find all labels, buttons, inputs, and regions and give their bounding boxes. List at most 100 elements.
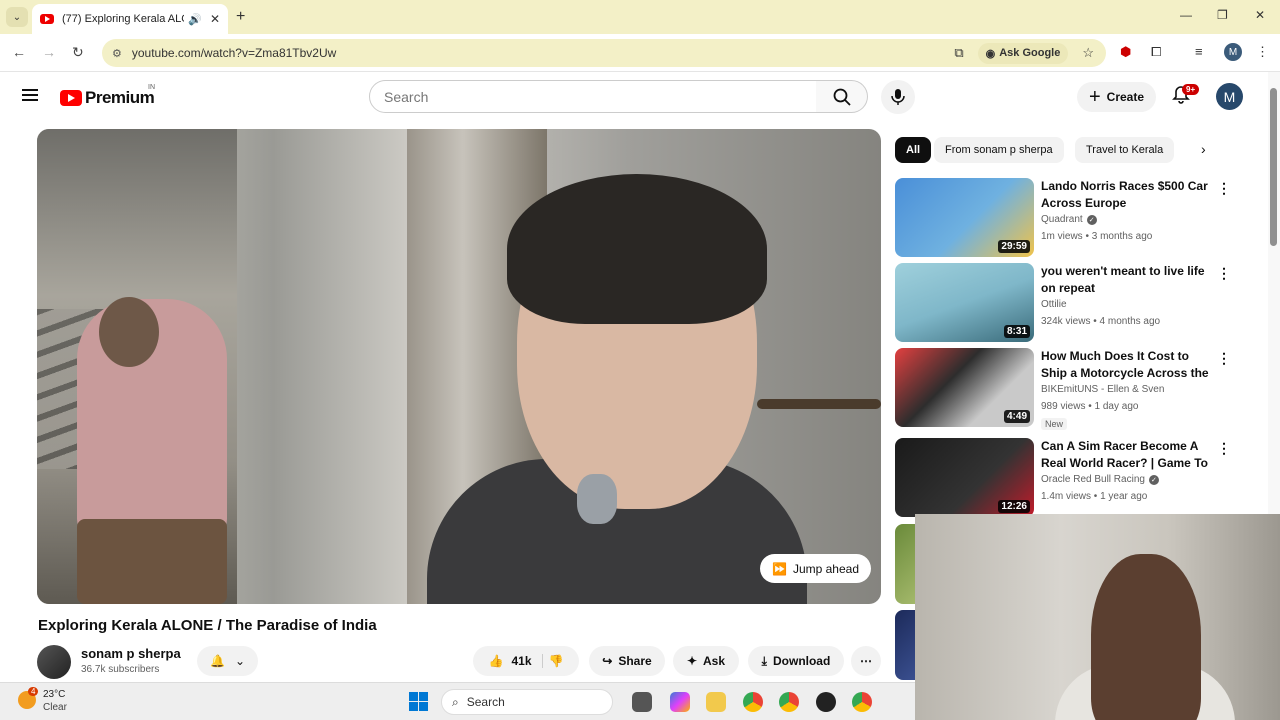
chip-travel-to-kerala[interactable]: Travel to Kerala bbox=[1075, 137, 1175, 163]
tab-search-chevron-icon[interactable]: ⌄ bbox=[6, 7, 28, 27]
video-thumbnail[interactable] bbox=[895, 610, 915, 680]
ask-google-button[interactable]: ◉ Ask Google bbox=[977, 42, 1069, 64]
bookmark-star-icon[interactable]: ☆ bbox=[1082, 45, 1094, 61]
search-icon: ⌕ bbox=[452, 694, 459, 709]
recommended-channel[interactable]: BIKEmitUNS - Ellen & Sven bbox=[1041, 384, 1164, 395]
recommended-video[interactable]: 12:26 Can A Sim Racer Become A Real Worl… bbox=[895, 438, 1235, 518]
channel-name-text: Oracle Red Bull Racing bbox=[1041, 474, 1145, 485]
weather-temperature[interactable]: 23°C bbox=[43, 689, 65, 700]
duration-badge: 12:26 bbox=[998, 500, 1030, 513]
app-icon[interactable] bbox=[816, 692, 836, 712]
like-dislike-group: 👍 41k 👎 bbox=[473, 646, 579, 676]
minimize-icon[interactable]: — bbox=[1180, 8, 1192, 22]
lens-icon: ◉ bbox=[985, 47, 996, 60]
recommended-title[interactable]: Can A Sim Racer Become A Real World Race… bbox=[1041, 438, 1213, 472]
jump-ahead-label: Jump ahead bbox=[792, 561, 859, 576]
channel-avatar[interactable] bbox=[37, 645, 71, 679]
chip-all[interactable]: All bbox=[895, 137, 932, 163]
chrome-alt-profile-icon[interactable] bbox=[852, 692, 872, 712]
voice-search-button[interactable] bbox=[881, 80, 915, 114]
tab-audio-icon[interactable]: 🔊 bbox=[188, 13, 202, 26]
more-vertical-icon[interactable]: ⋮ bbox=[1217, 180, 1231, 197]
channel-name[interactable]: sonam p sherpa bbox=[81, 646, 181, 661]
file-explorer-icon[interactable] bbox=[706, 692, 726, 712]
copilot-icon[interactable] bbox=[670, 692, 690, 712]
share-icon: ↪ bbox=[602, 654, 613, 668]
scrollbar-thumb[interactable] bbox=[1270, 88, 1277, 246]
channel-name-text: BIKEmitUNS - Ellen & Sven bbox=[1041, 384, 1165, 395]
download-button[interactable]: ⤓ Download bbox=[748, 646, 844, 676]
recommended-channel[interactable]: Oracle Red Bull Racing ✓ bbox=[1041, 474, 1159, 485]
recommended-channel[interactable]: Ottilie bbox=[1041, 299, 1067, 310]
recommended-video[interactable]: 29:59 Lando Norris Races $500 Car Across… bbox=[895, 178, 1235, 258]
search-input[interactable]: Search bbox=[369, 80, 817, 113]
extensions-puzzle-icon[interactable]: ⧠ bbox=[1151, 44, 1161, 60]
chrome-icon[interactable] bbox=[743, 692, 763, 712]
video-thumbnail[interactable] bbox=[895, 524, 915, 604]
site-info-icon[interactable]: ⚙ bbox=[112, 47, 122, 60]
verified-check-icon: ✓ bbox=[1086, 214, 1097, 225]
video-thumbnail[interactable]: 4:49 bbox=[895, 348, 1034, 427]
subscriber-count: 36.7k subscribers bbox=[81, 664, 160, 675]
address-bar[interactable]: ⚙ youtube.com/watch?v=Zma81Tbv2Uw ⧉ ◉ As… bbox=[102, 39, 1106, 67]
more-actions-button[interactable]: ⋯ bbox=[851, 646, 881, 676]
more-vertical-icon[interactable]: ⋮ bbox=[1217, 265, 1231, 282]
video-thumbnail[interactable]: 12:26 bbox=[895, 438, 1034, 517]
chrome-profile-icon[interactable] bbox=[779, 692, 799, 712]
ask-button[interactable]: ✦ Ask bbox=[673, 646, 739, 676]
reload-icon[interactable]: ↻ bbox=[72, 44, 84, 61]
window-close-icon[interactable]: ✕ bbox=[1255, 8, 1265, 22]
recommended-meta: 1.4m views • 1 year ago bbox=[1041, 491, 1148, 502]
guide-menu-icon[interactable] bbox=[22, 89, 38, 101]
download-label: Download bbox=[772, 654, 831, 668]
forward-arrow-icon[interactable]: → bbox=[42, 44, 56, 60]
task-view-icon[interactable] bbox=[632, 692, 652, 712]
video-frame-barrel bbox=[77, 519, 227, 604]
video-thumbnail[interactable]: 29:59 bbox=[895, 178, 1034, 257]
new-tab-plus-icon[interactable]: + bbox=[236, 8, 245, 26]
chevron-right-icon[interactable]: › bbox=[1201, 141, 1206, 157]
bell-icon: 🔔 bbox=[209, 654, 225, 668]
dislike-button[interactable]: 👎 bbox=[549, 654, 564, 668]
windows-start-icon[interactable] bbox=[409, 692, 428, 711]
recommended-title[interactable]: Lando Norris Races $500 Car Across Europ… bbox=[1041, 178, 1213, 212]
video-thumbnail[interactable]: 8:31 bbox=[895, 263, 1034, 342]
recommended-meta: 1m views • 3 months ago bbox=[1041, 231, 1153, 242]
url-text[interactable]: youtube.com/watch?v=Zma81Tbv2Uw bbox=[132, 46, 954, 60]
duration-badge: 8:31 bbox=[1003, 325, 1030, 338]
browser-profile-avatar[interactable]: M bbox=[1224, 43, 1242, 61]
browser-menu-icon[interactable]: ⋮ bbox=[1256, 44, 1269, 60]
like-button[interactable]: 👍 41k bbox=[489, 654, 543, 668]
ask-label: Ask bbox=[703, 654, 726, 668]
extension-shield-icon[interactable]: ⬢ bbox=[1120, 44, 1131, 60]
back-arrow-icon[interactable]: ← bbox=[12, 44, 26, 60]
more-vertical-icon[interactable]: ⋮ bbox=[1217, 350, 1231, 367]
chip-from-channel[interactable]: From sonam p sherpa bbox=[934, 137, 1064, 163]
video-frame-lapel-mic bbox=[577, 474, 617, 524]
more-vertical-icon[interactable]: ⋮ bbox=[1217, 440, 1231, 457]
browser-tab-active[interactable]: (77) Exploring Kerala ALONE 🔊 ✕ bbox=[32, 4, 228, 34]
jump-ahead-button[interactable]: ⏩ Jump ahead bbox=[760, 554, 871, 583]
recommended-video[interactable]: 8:31 you weren't meant to live life on r… bbox=[895, 263, 1235, 343]
recommended-channel[interactable]: Quadrant ✓ bbox=[1041, 214, 1097, 225]
create-button[interactable]: + Create bbox=[1077, 82, 1156, 112]
subscription-notification-button[interactable]: 🔔 ⌄ bbox=[197, 646, 258, 676]
browser-tab-strip: ⌄ (77) Exploring Kerala ALONE 🔊 ✕ + — ❐ … bbox=[0, 0, 1280, 34]
recommended-video[interactable]: 4:49 How Much Does It Cost to Ship a Mot… bbox=[895, 348, 1235, 430]
share-label: Share bbox=[618, 654, 652, 668]
taskbar-search[interactable]: ⌕ Search bbox=[441, 689, 613, 715]
recommended-title[interactable]: How Much Does It Cost to Ship a Motorcyc… bbox=[1041, 348, 1213, 382]
media-control-icon[interactable]: ≡ bbox=[1195, 44, 1203, 59]
share-button[interactable]: ↪ Share bbox=[589, 646, 665, 676]
youtube-logo-icon bbox=[60, 90, 82, 106]
tab-close-icon[interactable]: ✕ bbox=[210, 12, 220, 26]
recommended-title[interactable]: you weren't meant to live life on repeat bbox=[1041, 263, 1213, 297]
thumbs-down-icon: 👎 bbox=[548, 654, 564, 668]
youtube-premium-logo[interactable]: Premium IN bbox=[60, 84, 155, 108]
browser-toolbar: ← → ↻ ⚙ youtube.com/watch?v=Zma81Tbv2Uw … bbox=[0, 34, 1280, 72]
maximize-icon[interactable]: ❐ bbox=[1217, 8, 1228, 22]
account-avatar[interactable]: M bbox=[1216, 83, 1243, 110]
install-app-icon[interactable]: ⧉ bbox=[954, 45, 963, 61]
video-player[interactable] bbox=[37, 129, 881, 604]
search-button[interactable] bbox=[816, 80, 868, 113]
